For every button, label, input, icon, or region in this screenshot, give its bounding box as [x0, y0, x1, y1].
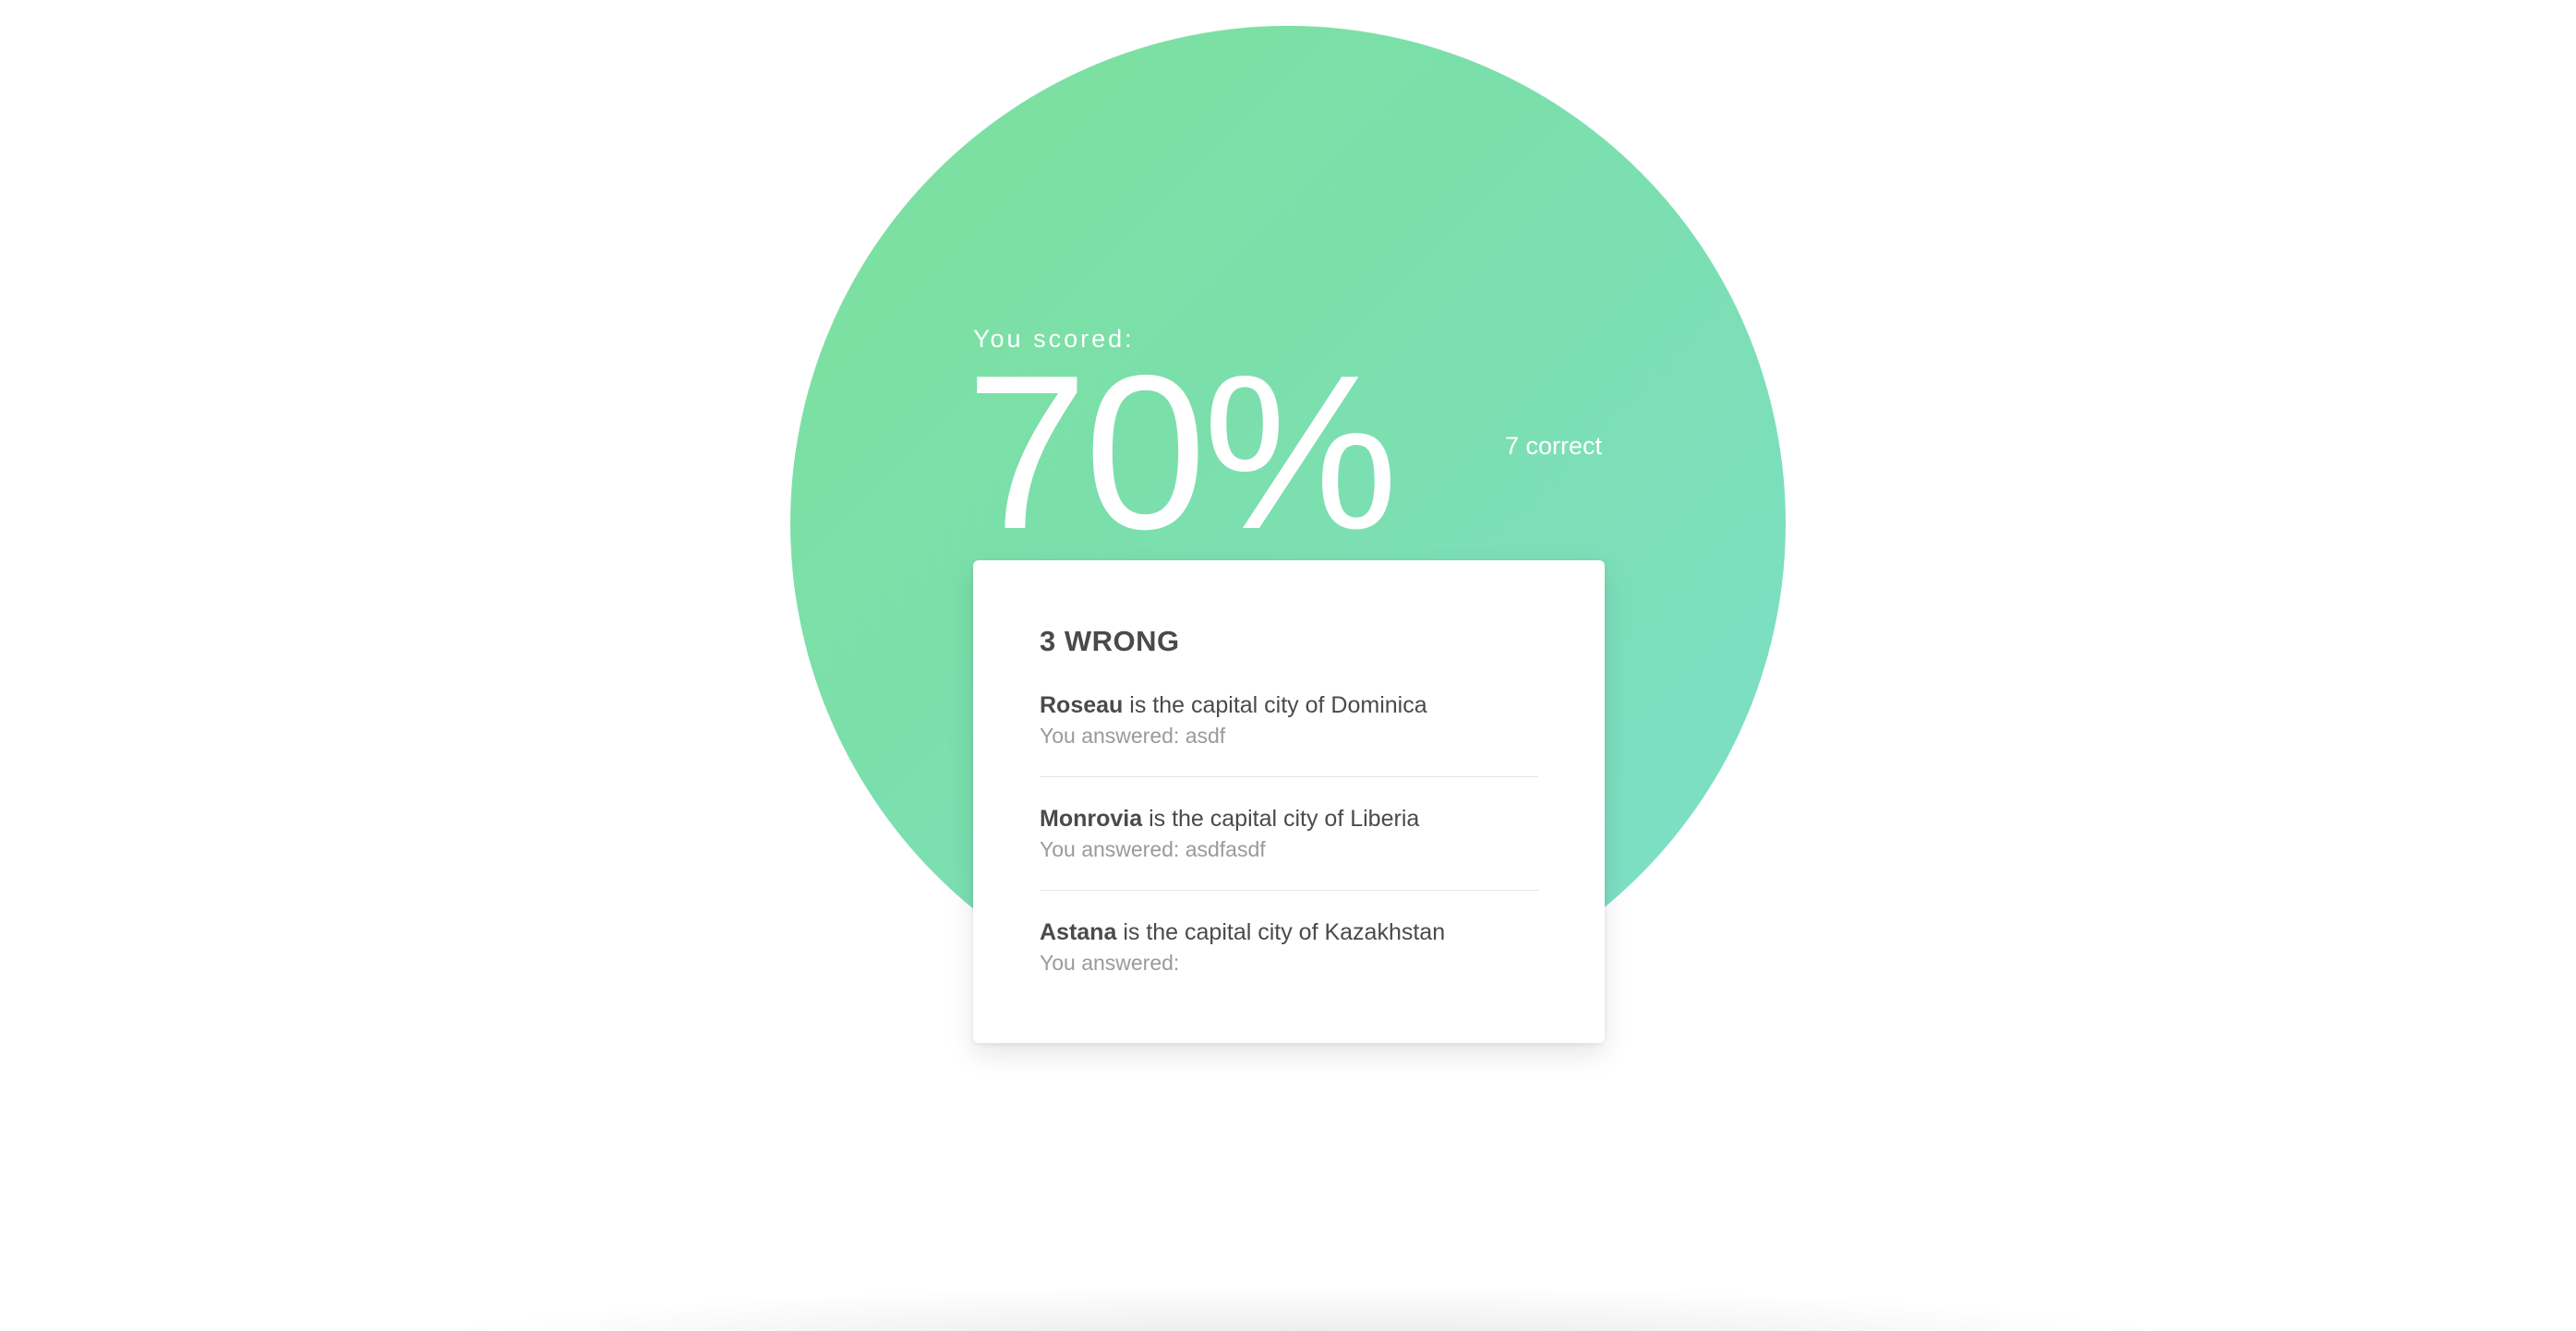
question-line: Astana is the capital city of Kazakhstan — [1040, 917, 1538, 948]
user-answer: You answered: asdfasdf — [1040, 837, 1266, 861]
question-line: Roseau is the capital city of Dominica — [1040, 689, 1538, 721]
score-percent: 70% — [966, 330, 1398, 575]
question-text: is the capital city of Dominica — [1123, 692, 1427, 718]
question-line: Monrovia is the capital city of Liberia — [1040, 803, 1538, 834]
wrong-answer-item: Monrovia is the capital city of Liberia … — [1040, 803, 1538, 891]
wrong-answer-item: Roseau is the capital city of Dominica Y… — [1040, 689, 1538, 777]
user-answer: You answered: — [1040, 951, 1180, 975]
bottom-panel-shadow — [434, 1289, 2170, 1331]
wrong-answer-item: Astana is the capital city of Kazakhstan… — [1040, 917, 1538, 1003]
correct-answer: Astana — [1040, 919, 1117, 945]
correct-answer: Monrovia — [1040, 806, 1143, 832]
wrong-answers-card: 3 WRONG Roseau is the capital city of Do… — [973, 560, 1605, 1043]
wrong-count-heading: 3 WRONG — [1040, 625, 1180, 657]
correct-answer: Roseau — [1040, 692, 1124, 718]
question-text: is the capital city of Kazakhstan — [1116, 919, 1446, 945]
results-page: You scored: 70% 7 correct 3 WRONG Roseau… — [0, 0, 2576, 1331]
correct-count: 7 correct — [1505, 432, 1603, 460]
user-answer: You answered: asdf — [1040, 724, 1226, 748]
question-text: is the capital city of Liberia — [1142, 806, 1420, 832]
